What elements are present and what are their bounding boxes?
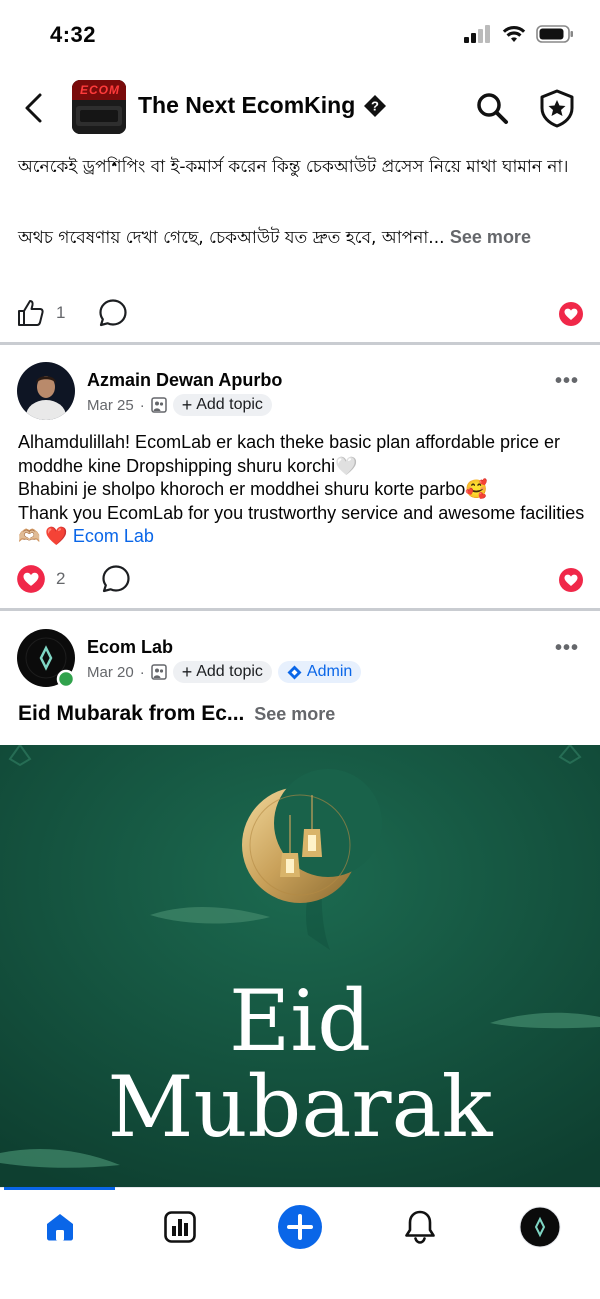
post-divider	[0, 608, 600, 611]
chevron-left-icon	[25, 93, 42, 123]
post2-line-2: Bhabini je sholpo khoroch er moddhei shu…	[18, 479, 488, 499]
ecom-lab-logo	[17, 629, 76, 689]
search-button[interactable]	[474, 90, 510, 126]
post1-paragraph-2: অথচ গবেষণায় দেখা গেছে, চেকআউট যত দ্রুত …	[18, 222, 583, 253]
insights-icon	[164, 1211, 196, 1243]
avatar[interactable]	[17, 362, 75, 420]
add-topic-label: Add topic	[196, 396, 263, 413]
group-title[interactable]: The Next EcomKing ?	[138, 92, 387, 119]
post-meta: Mar 25 · + Add topic	[87, 394, 272, 416]
post-date[interactable]: Mar 25	[87, 397, 134, 414]
plus-icon: +	[181, 395, 193, 415]
see-more-link[interactable]: See more	[450, 227, 531, 247]
shield-star-icon	[540, 89, 574, 128]
like-count: 1	[56, 303, 66, 322]
admin-badge: Admin	[277, 661, 362, 683]
meta-separator: ·	[139, 396, 145, 414]
eid-text-line-2: Mubarak	[107, 1058, 493, 1156]
heart-icon	[559, 302, 583, 326]
post3-title: Eid Mubarak from Ec... See more	[18, 702, 335, 726]
svg-text:?: ?	[371, 98, 379, 113]
post2-line-1: Alhamdulillah! EcomLab er kach theke bas…	[18, 432, 560, 476]
online-status-dot	[56, 669, 76, 689]
thumbs-up-icon	[18, 300, 44, 326]
post3-header: Ecom Lab Mar 20 · + Add topic Admin •••	[0, 629, 600, 699]
author-name[interactable]: Ecom Lab	[87, 637, 173, 658]
more-options-button[interactable]: •••	[555, 637, 579, 660]
eid-mubarak-image[interactable]: Eid Mubarak	[0, 745, 600, 1187]
group-members-icon	[150, 664, 167, 680]
avatar[interactable]	[17, 629, 76, 689]
status-bar: 4:32	[0, 0, 600, 70]
meta-separator: ·	[139, 663, 145, 681]
reaction-count: 2	[56, 569, 66, 588]
author-photo	[17, 362, 75, 420]
comment-button[interactable]	[98, 298, 128, 328]
post-date[interactable]: Mar 20	[87, 664, 134, 681]
nav-home[interactable]	[37, 1204, 83, 1250]
nav-profile[interactable]	[517, 1204, 563, 1250]
bottom-navigation	[0, 1187, 600, 1299]
comment-bubble-icon	[102, 565, 130, 593]
see-more-link[interactable]: See more	[254, 704, 335, 724]
post1-actions: 1	[0, 292, 600, 332]
notifications-bell-icon	[405, 1210, 435, 1244]
profile-avatar-icon	[519, 1206, 561, 1248]
post1-paragraph-1: অনেকেই ড্রপশিপিং বা ই-কমার্স করেন কিন্তু…	[18, 157, 569, 177]
post-divider	[0, 342, 600, 345]
group-members-icon	[150, 397, 167, 413]
love-reaction-button[interactable]	[558, 301, 584, 327]
admin-diamond-icon	[287, 665, 302, 679]
author-name[interactable]: Azmain Dewan Apurbo	[87, 370, 282, 391]
mention-link[interactable]: Ecom Lab	[73, 526, 154, 546]
post3-title-text: Eid Mubarak from Ec...	[18, 702, 245, 725]
heart-icon	[559, 568, 583, 592]
status-icons	[464, 25, 574, 43]
create-plus-icon	[278, 1205, 322, 1249]
battery-icon	[536, 25, 573, 43]
plus-icon: +	[181, 662, 193, 682]
reaction-summary[interactable]: 2	[16, 564, 65, 594]
add-topic-label: Add topic	[196, 663, 263, 680]
nav-insights[interactable]	[157, 1204, 203, 1250]
comment-button[interactable]	[101, 564, 131, 594]
add-topic-button[interactable]: + Add topic	[172, 394, 272, 416]
group-avatar-label: ECOM	[80, 83, 120, 97]
eid-text-line-1: Eid	[229, 972, 371, 1070]
comment-bubble-icon	[99, 299, 127, 327]
group-name: The Next EcomKing	[138, 92, 356, 118]
post2-header: Azmain Dewan Apurbo Mar 25 · + Add topic…	[0, 362, 600, 432]
post2-line-3: Thank you EcomLab for you trustworthy se…	[18, 502, 588, 549]
home-icon	[47, 1214, 73, 1241]
wifi-icon	[502, 25, 526, 42]
heart-icon	[17, 565, 45, 593]
more-options-button[interactable]: •••	[555, 370, 579, 393]
post-meta: Mar 20 · + Add topic Admin	[87, 661, 362, 683]
like-button[interactable]: 1	[16, 298, 65, 328]
active-tab-indicator	[4, 1187, 115, 1190]
group-avatar[interactable]: ECOM	[72, 80, 126, 134]
back-button[interactable]	[22, 92, 46, 124]
status-time: 4:32	[50, 22, 97, 47]
group-badge-button[interactable]	[538, 88, 576, 128]
post1-paragraph-2-text: অথচ গবেষণায় দেখা গেছে, চেকআউট যত দ্রুত …	[18, 228, 445, 248]
signal-icon	[464, 25, 490, 43]
group-header: ECOM The Next EcomKing ?	[0, 70, 600, 146]
nav-create[interactable]	[277, 1204, 323, 1250]
search-icon	[477, 93, 508, 124]
admin-badge-label: Admin	[306, 663, 353, 680]
nav-notifications[interactable]	[397, 1204, 443, 1250]
diamond-question-icon: ?	[364, 94, 387, 117]
add-topic-button[interactable]: + Add topic	[172, 661, 272, 683]
love-reaction-button[interactable]	[558, 567, 584, 593]
post2-actions: 2	[0, 558, 600, 598]
post1-body: অনেকেই ড্রপশিপিং বা ই-কমার্স করেন কিন্তু…	[18, 152, 583, 253]
post2-body: Alhamdulillah! EcomLab er kach theke bas…	[18, 431, 588, 549]
